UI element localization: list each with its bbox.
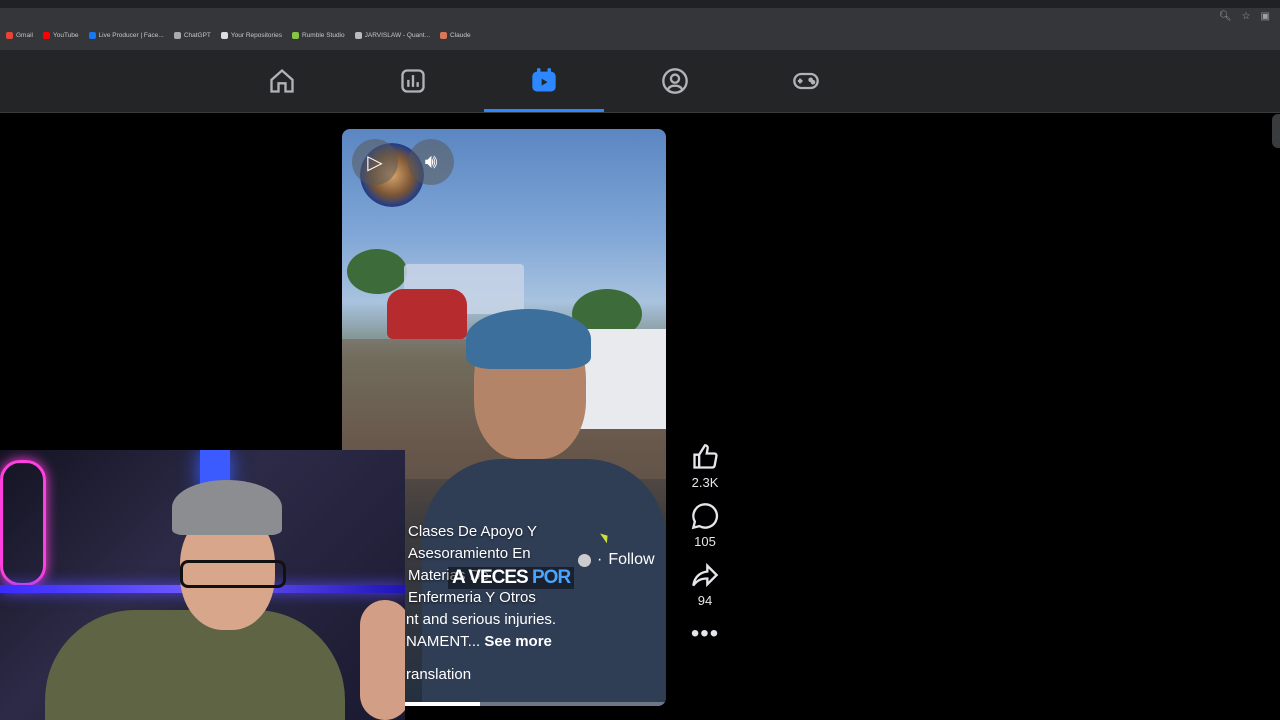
bookmark-favicon-icon <box>6 32 13 39</box>
bookmark-favicon-icon <box>88 32 96 39</box>
see-translation-link[interactable]: ranslation <box>406 666 471 683</box>
follow-separator: · <box>597 551 603 568</box>
chart-icon <box>401 69 425 93</box>
bookmark-item[interactable]: Rumble Studio <box>291 32 345 39</box>
globe-icon <box>578 553 591 567</box>
top-navigation <box>0 50 1280 148</box>
nav-home[interactable] <box>222 50 342 112</box>
menu-button-edge[interactable] <box>1272 114 1280 148</box>
bookmark-favicon-icon <box>354 32 362 39</box>
caption-text-b: POR <box>532 567 571 588</box>
more-options-icon[interactable]: ••• <box>682 620 728 648</box>
bookmark-favicon-icon <box>291 32 299 39</box>
groups-icon <box>662 68 688 94</box>
comment-count: 105 <box>694 534 716 549</box>
bookmark-label: Live Producer | Face... <box>98 32 164 39</box>
comment-button[interactable]: 105 <box>682 502 728 549</box>
zoom-icon[interactable]: 🔍︎ <box>1219 11 1232 22</box>
neon-sign <box>0 460 46 586</box>
bookmark-label: JARVISLAW - Quant... <box>364 32 431 39</box>
like-button[interactable]: 2.3K <box>682 443 728 490</box>
bookmark-label: Gmail <box>16 32 33 39</box>
bookmark-favicon-icon <box>440 32 448 39</box>
star-icon[interactable]: ☆ <box>1242 11 1251 22</box>
reel-actions: 2.3K 105 94 ••• <box>682 443 728 648</box>
thumbs-up-icon <box>693 444 718 469</box>
volume-icon: 🔊︎ <box>424 150 438 173</box>
video-progress-fill <box>404 702 480 706</box>
share-icon <box>692 562 719 588</box>
nav-reels[interactable] <box>484 50 604 112</box>
video-scene-tree <box>347 249 407 294</box>
video-scene-car <box>387 289 467 339</box>
description-line-2: NAMENT... <box>406 633 481 650</box>
follow-area: · Follow <box>578 551 655 569</box>
caption-text-a: A VECES <box>452 567 532 588</box>
bookmark-item[interactable]: Your Repositories <box>220 32 282 39</box>
play-button[interactable]: ▷ <box>352 139 398 185</box>
bookmark-item[interactable]: Live Producer | Face... <box>88 32 164 39</box>
description-line-1: nt and serious injuries. <box>406 611 557 628</box>
address-bar-icons: 🔍︎ ☆ ▣ <box>1219 11 1270 22</box>
streamer-glasses <box>180 560 286 588</box>
bookmark-favicon-icon <box>220 32 228 39</box>
bookmark-favicon-icon <box>42 32 50 39</box>
webcam-overlay <box>0 450 405 720</box>
bookmark-label: YouTube <box>52 32 79 39</box>
streamer-hand <box>360 600 405 720</box>
volume-button[interactable]: 🔊︎ <box>408 139 454 185</box>
address-bar-area: 🔍︎ ☆ ▣ <box>0 8 1280 30</box>
video-description: nt and serious injuries. NAMENT... See m… <box>406 609 656 653</box>
tab-strip <box>0 0 1280 8</box>
bookmark-favicon-icon <box>173 32 181 39</box>
streamer-cap <box>172 480 282 535</box>
play-icon: ▷ <box>367 151 383 174</box>
nav-groups[interactable] <box>615 50 735 112</box>
like-count: 2.3K <box>691 475 719 490</box>
bookmark-label: ChatGPT <box>183 32 211 39</box>
follow-button[interactable]: Follow <box>608 551 654 569</box>
comment-icon <box>691 503 719 530</box>
share-button[interactable]: 94 <box>682 561 728 608</box>
nav-dashboard[interactable] <box>353 50 473 112</box>
streamer-shirt <box>45 610 345 720</box>
bookmark-item[interactable]: Gmail <box>6 32 33 39</box>
video-caption-overlay: A VECES POR <box>448 567 575 589</box>
bookmark-item[interactable]: YouTube <box>42 32 79 39</box>
bookmark-item[interactable]: Claude <box>440 32 471 39</box>
video-person-hair <box>466 309 591 369</box>
bookmark-label: Claude <box>450 32 471 39</box>
bookmark-item[interactable]: JARVISLAW - Quant... <box>354 32 431 39</box>
browser-chrome: 🔍︎ ☆ ▣ Gmail YouTube Live Producer | Face.… <box>0 0 1280 50</box>
nav-gaming[interactable] <box>746 50 866 112</box>
bookmark-label: Your Repositories <box>230 32 282 39</box>
see-more-link[interactable]: See more <box>484 633 552 650</box>
extension-icon[interactable]: ▣ <box>1261 11 1270 22</box>
bookmarks-bar: Gmail YouTube Live Producer | Face... ChatG… <box>6 32 471 39</box>
bookmark-item[interactable]: ChatGPT <box>173 32 211 39</box>
reels-icon <box>532 68 556 92</box>
video-progress-bar[interactable] <box>404 702 666 706</box>
gaming-icon <box>793 72 819 90</box>
channel-name[interactable]: Clases De Apoyo Y Asesoramiento En Mater… <box>408 521 558 609</box>
share-count: 94 <box>697 593 713 608</box>
home-icon <box>270 68 294 93</box>
bookmark-label: Rumble Studio <box>301 32 345 39</box>
